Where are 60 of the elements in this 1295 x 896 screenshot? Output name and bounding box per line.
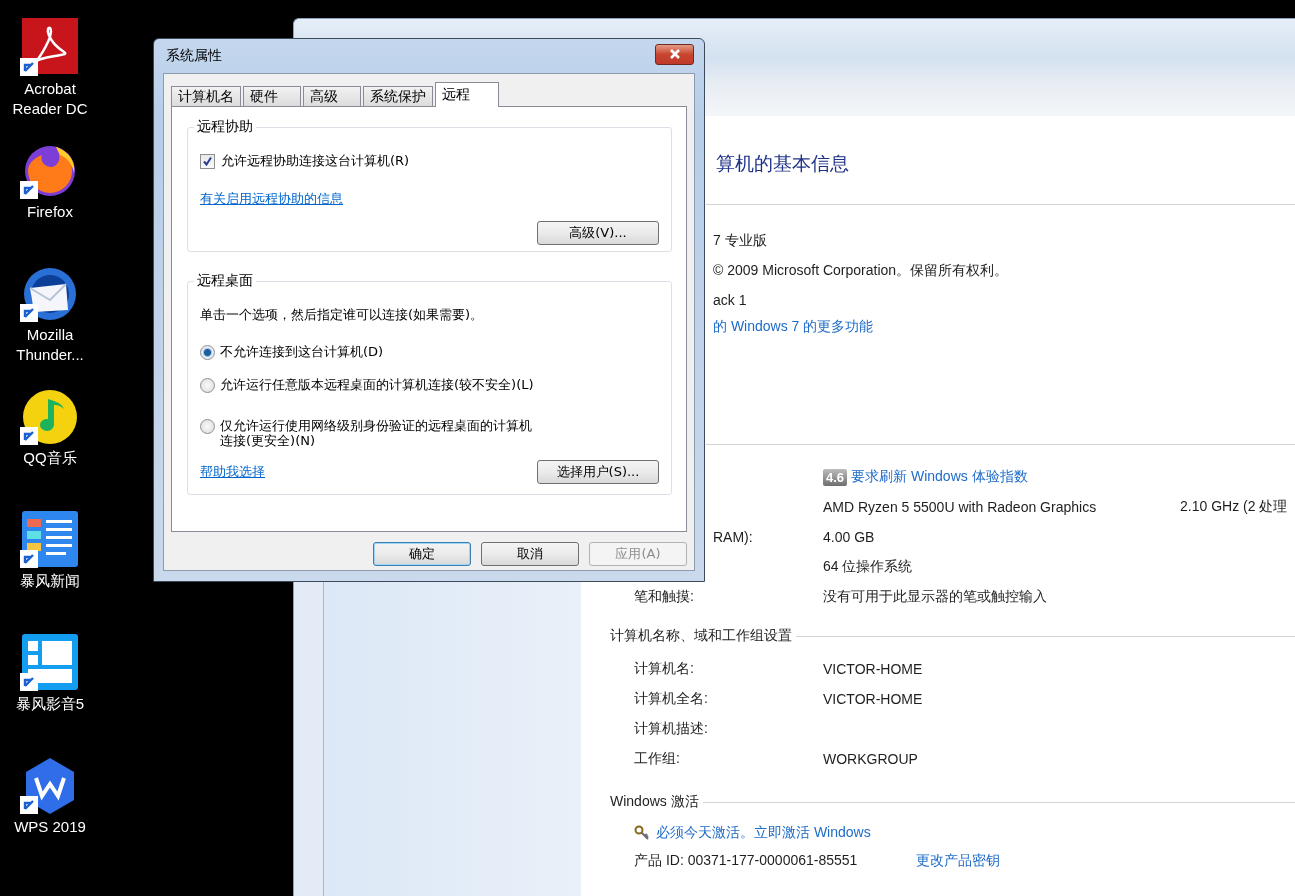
dialog-button[interactable]: 确定 xyxy=(373,542,471,566)
desktop-icon-label[interactable]: Mozilla Thunder... xyxy=(1,325,99,365)
property-value: VICTOR-HOME xyxy=(823,691,923,707)
select-users-button[interactable]: 选择用户(S)... xyxy=(537,460,659,484)
radio-button[interactable]: 仅允许运行使用网络级别身份验证的远程桌面的计算机连接(更安全)(N) xyxy=(200,418,659,448)
property-label: 工作组: xyxy=(634,750,680,766)
group-title: 远程桌面 xyxy=(196,272,254,290)
music-note-icon[interactable] xyxy=(20,387,80,447)
property-value: VICTOR-HOME xyxy=(823,661,923,677)
desktop-icon-label[interactable]: Firefox xyxy=(1,202,99,222)
property-value: 4.00 GB xyxy=(823,529,875,545)
link[interactable]: 有关启用远程协助的信息 xyxy=(200,190,343,208)
property-label: 计算机名: xyxy=(634,660,694,676)
dialog-button[interactable]: 取消 xyxy=(481,542,579,566)
close-button[interactable] xyxy=(655,43,694,65)
tab[interactable]: 计算机名 xyxy=(171,86,241,106)
property-label: 计算机描述: xyxy=(634,720,708,736)
product-id: 产品 ID: 00371-177-0000061-85551 xyxy=(634,852,859,870)
check-icon xyxy=(201,154,214,168)
property-value: WORKGROUP xyxy=(823,751,918,767)
newspaper-icon[interactable] xyxy=(20,510,80,570)
property-value: 2.10 GHz (2 处理 xyxy=(1180,498,1288,516)
property-label: RAM): xyxy=(713,529,753,545)
property-value: AMD Ryzen 5 5500U with Radeon Graphics xyxy=(823,499,1098,515)
edition-text: ack 1 xyxy=(713,291,747,310)
desktop-icon-label[interactable]: QQ音乐 xyxy=(1,448,99,468)
advanced-button[interactable]: 高级(V)... xyxy=(537,221,659,245)
tab[interactable]: 系统保护 xyxy=(363,86,433,106)
link[interactable]: 更改产品密钥 xyxy=(916,852,1000,870)
radio-button[interactable]: 允许运行任意版本远程桌面的计算机连接(较不安全)(L) xyxy=(200,377,659,393)
checkbox[interactable]: 允许远程协助连接这台计算机(R) xyxy=(200,152,659,170)
property-label: 计算机全名: xyxy=(634,690,708,706)
section-title: Windows 激活 xyxy=(610,793,699,811)
tab[interactable]: 远程 xyxy=(435,82,499,107)
instruction-text: 单击一个选项，然后指定谁可以连接(如果需要)。 xyxy=(200,306,485,324)
page-heading: 算机的基本信息 xyxy=(716,152,850,176)
property-label: 笔和触摸: xyxy=(634,588,694,604)
link[interactable]: 帮助我选择 xyxy=(200,463,265,481)
media-player-icon[interactable] xyxy=(20,633,80,693)
link[interactable]: 必须今天激活。立即激活 Windows xyxy=(656,824,871,842)
document-icon[interactable] xyxy=(20,18,80,78)
rating-badge: 4.6 xyxy=(823,468,848,486)
key-icon xyxy=(634,825,650,841)
close-icon[interactable] xyxy=(668,48,681,60)
section-title: 计算机名称、域和工作组设置 xyxy=(610,627,792,645)
link[interactable]: 要求刷新 Windows 体验指数 xyxy=(851,468,1028,486)
desktop-icon-label[interactable]: 暴风影音5 xyxy=(1,694,99,714)
property-value: 64 位操作系统 xyxy=(823,558,913,576)
tab[interactable]: 硬件 xyxy=(243,86,301,106)
radio-button[interactable]: 不允许连接到这台计算机(D) xyxy=(200,344,659,360)
group-title: 远程协助 xyxy=(196,118,254,136)
desktop-icon-label[interactable]: Acrobat Reader DC xyxy=(1,79,99,119)
property-value: 没有可用于此显示器的笔或触控输入 xyxy=(823,588,1047,606)
desktop-icon-label[interactable]: 暴风新闻 xyxy=(1,571,99,591)
desktop-icon-label[interactable]: WPS 2019 xyxy=(1,817,99,837)
link[interactable]: 的 Windows 7 的更多功能 xyxy=(713,315,874,337)
edition-text: © 2009 Microsoft Corporation。保留所有权利。 xyxy=(713,261,1009,280)
window-title: 系统属性 xyxy=(166,47,222,65)
edition-text: 7 专业版 xyxy=(713,231,767,250)
tab[interactable]: 高级 xyxy=(303,86,361,106)
